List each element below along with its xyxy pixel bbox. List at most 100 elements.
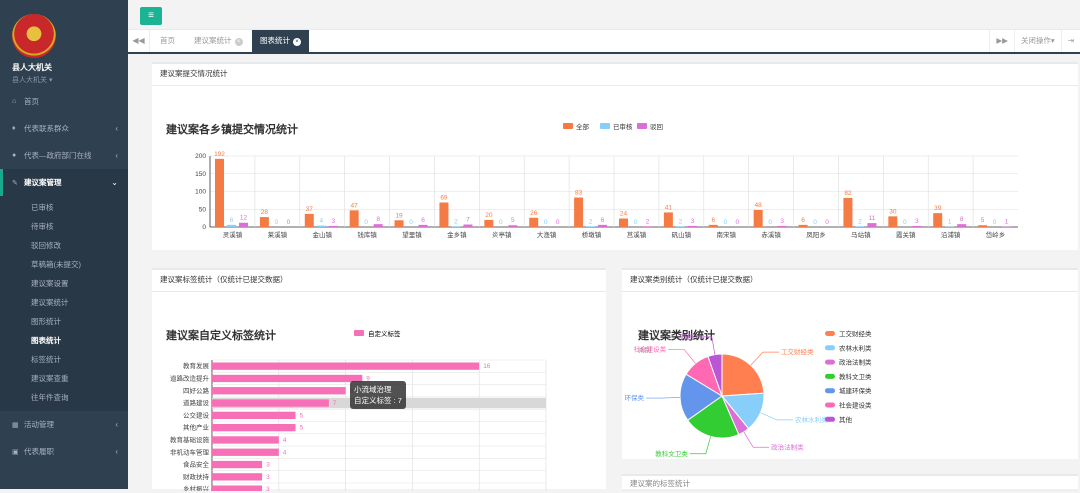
sidebar-subitem[interactable]: 驳回修改 <box>0 236 128 255</box>
sidebar-subitem[interactable]: 往年件查询 <box>0 388 128 407</box>
legend-label[interactable]: 教科文卫类 <box>839 372 872 381</box>
legend-label[interactable]: 政治法制类 <box>839 358 872 367</box>
bar[interactable] <box>843 198 852 227</box>
legend-label[interactable]: 社会建设类 <box>839 401 872 410</box>
org-dropdown[interactable]: 县人大机关 ▾ <box>12 75 128 85</box>
legend-label[interactable]: 农林水利类 <box>839 343 872 352</box>
sidebar-item-contact[interactable]: ♦代表联系群众‹ <box>0 115 128 142</box>
bar[interactable] <box>212 424 296 431</box>
sidebar-item-proposal[interactable]: ✎建议案管理⌄ <box>0 169 128 196</box>
close-operations-dropdown[interactable]: 关闭操作▾ <box>1014 30 1061 52</box>
legend-swatch[interactable] <box>637 123 647 129</box>
sidebar-subitem[interactable]: 图形统计 <box>0 312 128 331</box>
bar[interactable] <box>395 220 404 227</box>
bar[interactable] <box>212 449 279 456</box>
bar[interactable] <box>212 436 279 443</box>
sidebar-item-home[interactable]: ⌂首页 <box>0 88 128 115</box>
bar[interactable] <box>212 363 479 370</box>
close-icon[interactable]: × <box>293 38 301 46</box>
tab-proposal-stats[interactable]: 建议案统计× <box>186 30 251 52</box>
legend-swatch[interactable] <box>825 360 835 365</box>
bar[interactable] <box>212 387 346 394</box>
legend-label[interactable]: 全部 <box>576 122 590 131</box>
bar[interactable] <box>212 412 296 419</box>
bar[interactable] <box>305 214 314 227</box>
legend-swatch[interactable] <box>563 123 573 129</box>
bar[interactable] <box>676 226 685 227</box>
legend-swatch[interactable] <box>600 123 610 129</box>
chevron-down-icon: ⌄ <box>111 178 118 187</box>
bar[interactable] <box>317 226 326 227</box>
bar[interactable] <box>709 225 718 227</box>
legend-label[interactable]: 工交财经类 <box>839 329 872 338</box>
bar[interactable] <box>329 226 338 227</box>
legend-label[interactable]: 驳回 <box>650 123 663 131</box>
exit-icon[interactable]: ⇥ <box>1061 30 1080 52</box>
bar[interactable] <box>212 399 329 406</box>
legend-label[interactable]: 其他 <box>839 415 853 424</box>
bar[interactable] <box>688 226 697 227</box>
bar[interactable] <box>227 225 236 227</box>
pie-slice[interactable] <box>722 354 764 396</box>
bar[interactable] <box>215 159 224 227</box>
bar[interactable] <box>374 224 383 227</box>
sidebar-subitem[interactable]: 建议案设置 <box>0 274 128 293</box>
sidebar-item-activity[interactable]: ▦活动管理‹ <box>0 411 128 438</box>
bar[interactable] <box>484 220 493 227</box>
legend-swatch[interactable] <box>825 345 835 350</box>
sidebar-subitem[interactable]: 图表统计 <box>0 331 128 350</box>
legend-swatch[interactable] <box>825 417 835 422</box>
bar[interactable] <box>643 226 652 227</box>
bar[interactable] <box>664 212 673 227</box>
bar[interactable] <box>586 226 595 227</box>
bar[interactable] <box>799 225 808 227</box>
sidebar-subitem[interactable]: 草稿箱(未提交) <box>0 255 128 274</box>
bar[interactable] <box>212 375 362 382</box>
bar[interactable] <box>212 486 262 492</box>
bar[interactable] <box>239 223 248 227</box>
legend-swatch[interactable] <box>825 388 835 393</box>
bar[interactable] <box>957 224 966 227</box>
bar[interactable] <box>855 226 864 227</box>
bar[interactable] <box>754 210 763 227</box>
bar[interactable] <box>619 218 628 227</box>
bar[interactable] <box>463 225 472 227</box>
bar[interactable] <box>212 461 262 468</box>
bar[interactable] <box>598 225 607 227</box>
bar[interactable] <box>508 225 517 227</box>
bar[interactable] <box>419 225 428 227</box>
bar[interactable] <box>350 210 359 227</box>
bar[interactable] <box>778 226 787 227</box>
bar[interactable] <box>451 226 460 227</box>
legend-swatch[interactable] <box>354 330 364 336</box>
legend-swatch[interactable] <box>825 374 835 379</box>
sidebar-item-online[interactable]: ●代表—政府部门在线‹ <box>0 142 128 169</box>
bar[interactable] <box>888 216 897 227</box>
legend-label[interactable]: 城建环保类 <box>839 386 872 395</box>
sidebar-subitem[interactable]: 建议案统计 <box>0 293 128 312</box>
bar[interactable] <box>529 218 538 227</box>
menu-toggle-button[interactable]: ≡ <box>140 7 162 25</box>
tab-scroll-left-button[interactable]: ◀◀ <box>128 30 150 52</box>
legend-label[interactable]: 自定义标签 <box>368 329 401 338</box>
tab-scroll-right-button[interactable]: ▶▶ <box>989 30 1014 52</box>
bar[interactable] <box>867 223 876 227</box>
legend-swatch[interactable] <box>825 331 835 336</box>
bar[interactable] <box>933 213 942 227</box>
sidebar-subitem[interactable]: 待审核 <box>0 217 128 236</box>
legend-swatch[interactable] <box>825 403 835 408</box>
tab-home[interactable]: 首页 <box>152 30 183 52</box>
close-icon[interactable]: × <box>235 38 243 46</box>
sidebar-subitem[interactable]: 标签统计 <box>0 350 128 369</box>
bar[interactable] <box>439 203 448 227</box>
sidebar-subitem[interactable]: 已审核 <box>0 198 128 217</box>
sidebar-subitem[interactable]: 建议案查重 <box>0 369 128 388</box>
bar[interactable] <box>212 473 262 480</box>
sidebar-item-duty[interactable]: ▣代表履职‹ <box>0 438 128 465</box>
tab-chart-stats[interactable]: 图表统计× <box>252 30 309 52</box>
legend-label[interactable]: 已审核 <box>613 122 633 131</box>
bar[interactable] <box>912 226 921 227</box>
bar[interactable] <box>978 225 987 227</box>
bar[interactable] <box>260 217 269 227</box>
bar[interactable] <box>574 198 583 227</box>
